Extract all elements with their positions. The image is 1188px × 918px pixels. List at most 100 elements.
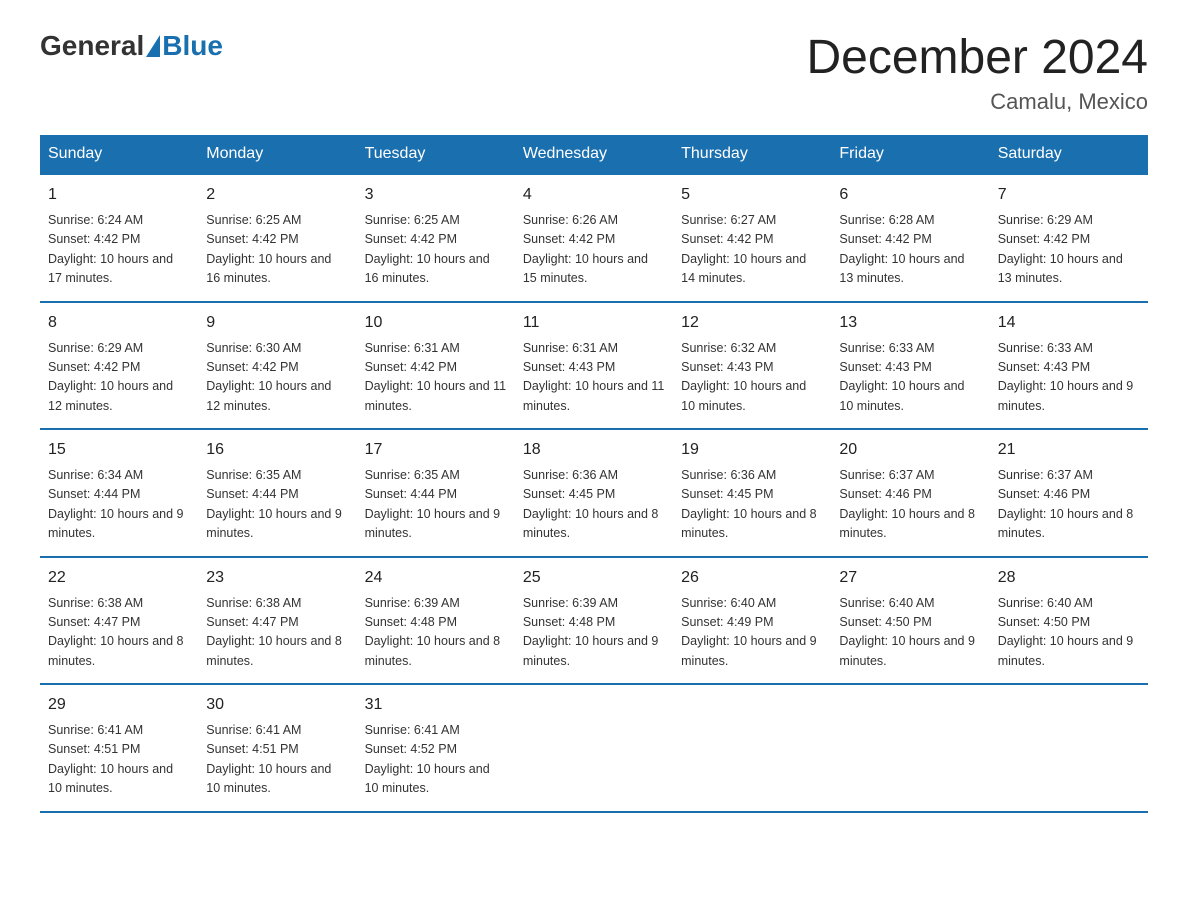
day-number: 10 [365, 311, 507, 335]
calendar-day-cell: 13Sunrise: 6:33 AMSunset: 4:43 PMDayligh… [831, 302, 989, 430]
calendar-day-cell: 1Sunrise: 6:24 AMSunset: 4:42 PMDaylight… [40, 174, 198, 302]
day-number: 9 [206, 311, 348, 335]
calendar-week-row: 1Sunrise: 6:24 AMSunset: 4:42 PMDaylight… [40, 174, 1148, 302]
day-number: 12 [681, 311, 823, 335]
calendar-day-cell [673, 684, 831, 812]
calendar-day-cell: 28 Sunrise: 6:40 AMSunset: 4:50 PMDayligh… [990, 557, 1148, 685]
day-info: Sunrise: 6:27 AMSunset: 4:42 PMDaylight:… [681, 211, 823, 289]
calendar-day-cell: 31 Sunrise: 6:41 AMSunset: 4:52 PMDayligh… [357, 684, 515, 812]
day-number: 25 [523, 566, 665, 590]
day-number: 16 [206, 438, 348, 462]
day-info: Sunrise: 6:37 AMSunset: 4:46 PMDaylight:… [998, 466, 1140, 544]
calendar-day-cell: 7Sunrise: 6:29 AMSunset: 4:42 PMDaylight… [990, 174, 1148, 302]
day-info: Sunrise: 6:25 AMSunset: 4:42 PMDaylight:… [365, 211, 507, 289]
day-info: Sunrise: 6:38 AMSunset: 4:47 PMDaylight:… [206, 594, 348, 672]
day-number: 22 [48, 566, 190, 590]
calendar-day-cell: 17Sunrise: 6:35 AMSunset: 4:44 PMDayligh… [357, 429, 515, 557]
calendar-day-cell [990, 684, 1148, 812]
calendar-day-cell [831, 684, 989, 812]
month-title: December 2024 [806, 30, 1148, 85]
calendar-week-row: 15 Sunrise: 6:34 AMSunset: 4:44 PMDayligh… [40, 429, 1148, 557]
calendar-day-cell: 2 Sunrise: 6:25 AMSunset: 4:42 PMDaylight… [198, 174, 356, 302]
header-wednesday: Wednesday [515, 135, 673, 174]
header-monday: Monday [198, 135, 356, 174]
calendar-header-row: SundayMondayTuesdayWednesdayThursdayFrid… [40, 135, 1148, 174]
day-info: Sunrise: 6:28 AMSunset: 4:42 PMDaylight:… [839, 211, 981, 289]
day-info: Sunrise: 6:25 AMSunset: 4:42 PMDaylight:… [206, 211, 348, 289]
header-saturday: Saturday [990, 135, 1148, 174]
day-number: 24 [365, 566, 507, 590]
day-info: Sunrise: 6:31 AMSunset: 4:42 PMDaylight:… [365, 339, 507, 417]
calendar-table: SundayMondayTuesdayWednesdayThursdayFrid… [40, 135, 1148, 813]
calendar-week-row: 8 Sunrise: 6:29 AMSunset: 4:42 PMDaylight… [40, 302, 1148, 430]
day-number: 31 [365, 693, 507, 717]
calendar-day-cell: 5 Sunrise: 6:27 AMSunset: 4:42 PMDaylight… [673, 174, 831, 302]
calendar-day-cell: 6 Sunrise: 6:28 AMSunset: 4:42 PMDaylight… [831, 174, 989, 302]
day-info: Sunrise: 6:38 AMSunset: 4:47 PMDaylight:… [48, 594, 190, 672]
day-info: Sunrise: 6:29 AMSunset: 4:42 PMDaylight:… [48, 339, 190, 417]
title-area: December 2024 Camalu, Mexico [806, 30, 1148, 115]
day-info: Sunrise: 6:35 AMSunset: 4:44 PMDaylight:… [206, 466, 348, 544]
calendar-day-cell: 23 Sunrise: 6:38 AMSunset: 4:47 PMDayligh… [198, 557, 356, 685]
day-number: 2 [206, 183, 348, 207]
location: Camalu, Mexico [806, 89, 1148, 115]
calendar-day-cell: 4 Sunrise: 6:26 AMSunset: 4:42 PMDaylight… [515, 174, 673, 302]
day-number: 28 [998, 566, 1140, 590]
logo-blue-text: Blue [162, 30, 223, 62]
page-header: General Blue December 2024 Camalu, Mexic… [40, 30, 1148, 115]
calendar-day-cell: 15 Sunrise: 6:34 AMSunset: 4:44 PMDayligh… [40, 429, 198, 557]
calendar-week-row: 22 Sunrise: 6:38 AMSunset: 4:47 PMDayligh… [40, 557, 1148, 685]
header-tuesday: Tuesday [357, 135, 515, 174]
day-info: Sunrise: 6:39 AMSunset: 4:48 PMDaylight:… [365, 594, 507, 672]
calendar-day-cell: 29Sunrise: 6:41 AMSunset: 4:51 PMDayligh… [40, 684, 198, 812]
calendar-day-cell: 9Sunrise: 6:30 AMSunset: 4:42 PMDaylight… [198, 302, 356, 430]
day-number: 5 [681, 183, 823, 207]
calendar-day-cell: 10 Sunrise: 6:31 AMSunset: 4:42 PMDayligh… [357, 302, 515, 430]
day-number: 14 [998, 311, 1140, 335]
day-number: 19 [681, 438, 823, 462]
day-info: Sunrise: 6:29 AMSunset: 4:42 PMDaylight:… [998, 211, 1140, 289]
header-thursday: Thursday [673, 135, 831, 174]
day-info: Sunrise: 6:36 AMSunset: 4:45 PMDaylight:… [681, 466, 823, 544]
calendar-day-cell: 8 Sunrise: 6:29 AMSunset: 4:42 PMDaylight… [40, 302, 198, 430]
day-number: 6 [839, 183, 981, 207]
day-info: Sunrise: 6:34 AMSunset: 4:44 PMDaylight:… [48, 466, 190, 544]
calendar-day-cell: 19 Sunrise: 6:36 AMSunset: 4:45 PMDayligh… [673, 429, 831, 557]
day-number: 23 [206, 566, 348, 590]
day-info: Sunrise: 6:33 AMSunset: 4:43 PMDaylight:… [998, 339, 1140, 417]
day-info: Sunrise: 6:41 AMSunset: 4:51 PMDaylight:… [48, 721, 190, 799]
calendar-day-cell: 12 Sunrise: 6:32 AMSunset: 4:43 PMDayligh… [673, 302, 831, 430]
day-number: 15 [48, 438, 190, 462]
day-info: Sunrise: 6:24 AMSunset: 4:42 PMDaylight:… [48, 211, 190, 289]
day-info: Sunrise: 6:33 AMSunset: 4:43 PMDaylight:… [839, 339, 981, 417]
calendar-day-cell: 25 Sunrise: 6:39 AMSunset: 4:48 PMDayligh… [515, 557, 673, 685]
calendar-week-row: 29Sunrise: 6:41 AMSunset: 4:51 PMDayligh… [40, 684, 1148, 812]
calendar-day-cell: 30Sunrise: 6:41 AMSunset: 4:51 PMDayligh… [198, 684, 356, 812]
day-info: Sunrise: 6:40 AMSunset: 4:50 PMDaylight:… [839, 594, 981, 672]
header-friday: Friday [831, 135, 989, 174]
day-number: 4 [523, 183, 665, 207]
day-number: 20 [839, 438, 981, 462]
calendar-day-cell: 11 Sunrise: 6:31 AMSunset: 4:43 PMDayligh… [515, 302, 673, 430]
day-info: Sunrise: 6:40 AMSunset: 4:49 PMDaylight:… [681, 594, 823, 672]
day-info: Sunrise: 6:39 AMSunset: 4:48 PMDaylight:… [523, 594, 665, 672]
day-info: Sunrise: 6:36 AMSunset: 4:45 PMDaylight:… [523, 466, 665, 544]
logo-general-text: General [40, 30, 144, 62]
calendar-day-cell: 20Sunrise: 6:37 AMSunset: 4:46 PMDayligh… [831, 429, 989, 557]
header-sunday: Sunday [40, 135, 198, 174]
day-number: 30 [206, 693, 348, 717]
day-number: 11 [523, 311, 665, 335]
day-info: Sunrise: 6:26 AMSunset: 4:42 PMDaylight:… [523, 211, 665, 289]
day-info: Sunrise: 6:41 AMSunset: 4:52 PMDaylight:… [365, 721, 507, 799]
day-number: 8 [48, 311, 190, 335]
calendar-day-cell: 16 Sunrise: 6:35 AMSunset: 4:44 PMDayligh… [198, 429, 356, 557]
calendar-day-cell: 14 Sunrise: 6:33 AMSunset: 4:43 PMDayligh… [990, 302, 1148, 430]
day-info: Sunrise: 6:32 AMSunset: 4:43 PMDaylight:… [681, 339, 823, 417]
calendar-day-cell: 26Sunrise: 6:40 AMSunset: 4:49 PMDayligh… [673, 557, 831, 685]
day-info: Sunrise: 6:31 AMSunset: 4:43 PMDaylight:… [523, 339, 665, 417]
calendar-day-cell: 24 Sunrise: 6:39 AMSunset: 4:48 PMDayligh… [357, 557, 515, 685]
calendar-day-cell: 3Sunrise: 6:25 AMSunset: 4:42 PMDaylight… [357, 174, 515, 302]
day-number: 27 [839, 566, 981, 590]
day-number: 21 [998, 438, 1140, 462]
day-info: Sunrise: 6:40 AMSunset: 4:50 PMDaylight:… [998, 594, 1140, 672]
